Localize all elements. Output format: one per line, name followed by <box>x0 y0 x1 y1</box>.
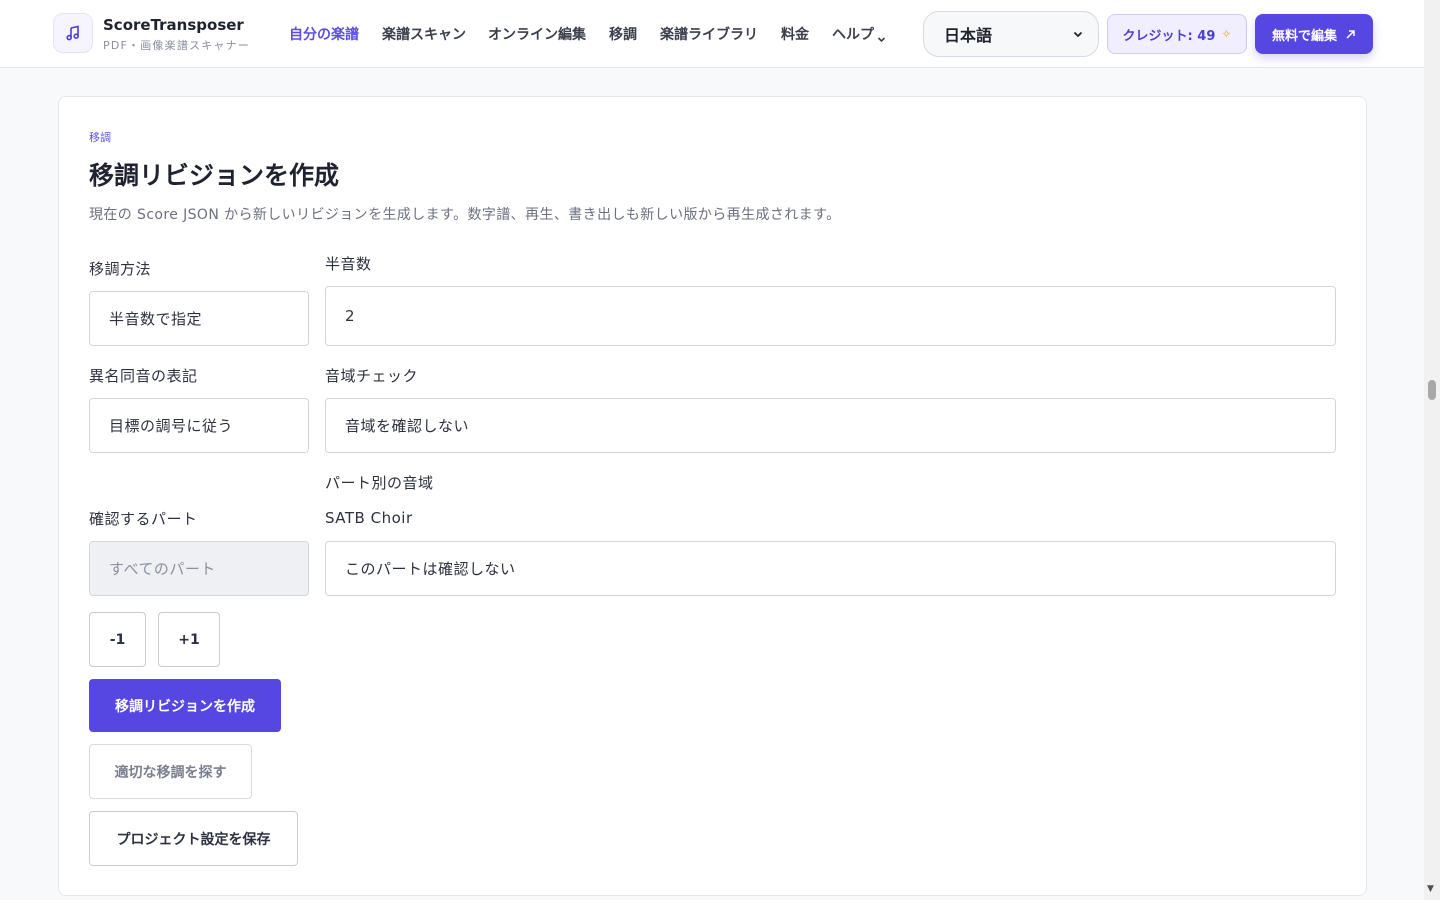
brand-tagline: PDF・画像楽譜スキャナー <box>103 39 251 52</box>
page-description: 現在の Score JSON から新しいリビジョンを生成します。数字譜、再生、書… <box>89 207 841 223</box>
part-range-select[interactable]: このパートは確認しない <box>325 541 1336 596</box>
nav-pricing[interactable]: 料金 <box>781 24 809 44</box>
nav-online-edit[interactable]: オンライン編集 <box>488 24 586 44</box>
chevron-down-icon <box>1073 31 1083 38</box>
page-scrollbar[interactable]: ▼ <box>1424 0 1440 900</box>
logo[interactable] <box>53 13 93 53</box>
arrow-up-right-icon <box>1346 29 1355 39</box>
scroll-down-arrow-icon[interactable]: ▼ <box>1427 884 1434 894</box>
music-note-icon <box>66 25 79 41</box>
scrollbar-thumb[interactable] <box>1428 380 1436 400</box>
method-select[interactable]: 半音数で指定 <box>89 291 309 346</box>
language-value: 日本語 <box>944 26 993 45</box>
semitones-label: 半音数 <box>325 255 372 273</box>
part-range-label: パート別の音域 <box>325 474 434 492</box>
enharmonic-select[interactable]: 目標の調号に従う <box>89 398 309 453</box>
free-edit-button[interactable]: 無料で編集 <box>1255 14 1373 54</box>
parts-select[interactable]: すべてのパート <box>89 541 309 596</box>
sparkle-icon: ✧ <box>1221 27 1232 41</box>
find-transpose-button[interactable]: 適切な移調を探す <box>89 744 252 799</box>
free-edit-label: 無料で編集 <box>1271 28 1337 44</box>
save-settings-button[interactable]: プロジェクト設定を保存 <box>89 811 298 866</box>
top-header: ScoreTransposer PDF・画像楽譜スキャナー 自分の楽譜 楽譜スキ… <box>0 0 1424 68</box>
create-revision-button[interactable]: 移調リビジョンを作成 <box>89 679 281 732</box>
nav-transpose[interactable]: 移調 <box>609 24 637 44</box>
chevron-down-icon[interactable] <box>877 35 886 44</box>
nav-score-library[interactable]: 楽譜ライブラリ <box>660 24 758 44</box>
nav-my-scores[interactable]: 自分の楽譜 <box>289 24 359 44</box>
enharmonic-label: 異名同音の表記 <box>89 367 198 385</box>
language-select[interactable]: 日本語 <box>923 11 1099 57</box>
method-label: 移調方法 <box>89 260 152 278</box>
credits-label: クレジット: 49 <box>1122 28 1216 44</box>
section-eyebrow: 移調 <box>89 131 111 144</box>
nav-help[interactable]: ヘルプ <box>832 24 874 44</box>
range-check-select[interactable]: 音域を確認しない <box>325 398 1336 453</box>
page-title: 移調リビジョンを作成 <box>89 161 340 190</box>
credits-button[interactable]: クレジット: 49 ✧ <box>1107 14 1247 54</box>
nav-score-scan[interactable]: 楽譜スキャン <box>382 24 466 44</box>
plus-one-button[interactable]: +1 <box>158 612 220 667</box>
parts-label: 確認するパート <box>89 510 198 528</box>
brand-name[interactable]: ScoreTransposer <box>103 16 244 34</box>
semitones-input[interactable]: 2 <box>325 286 1336 346</box>
minus-one-button[interactable]: -1 <box>89 612 146 667</box>
range-check-label: 音域チェック <box>325 367 419 385</box>
part-name-label: SATB Choir <box>325 509 413 527</box>
